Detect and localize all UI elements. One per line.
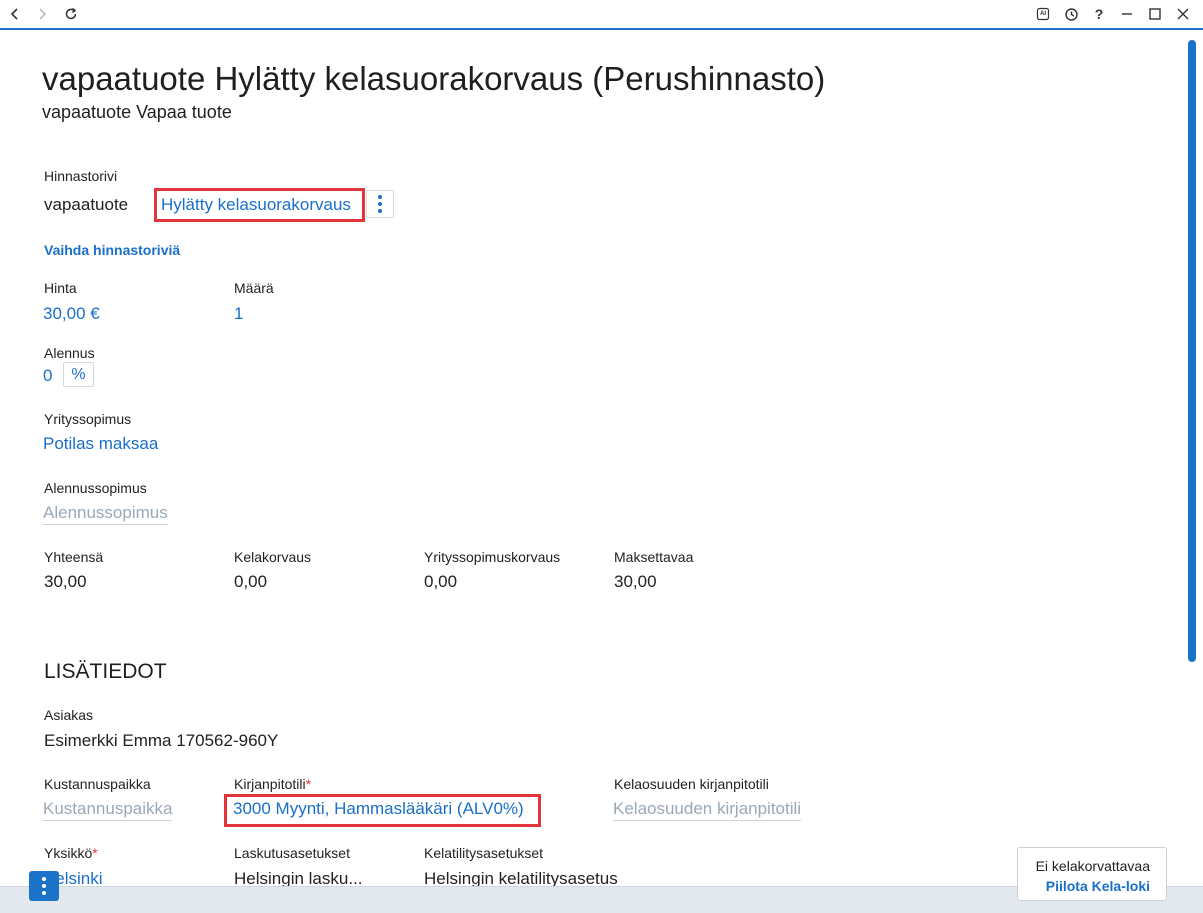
refresh-icon[interactable] <box>57 0 85 28</box>
company-contract-label: Yrityssopimus <box>44 411 132 427</box>
maximize-icon[interactable] <box>1141 0 1169 28</box>
price-label: Hinta <box>44 280 77 296</box>
company-contract-value[interactable]: Potilas maksaa <box>43 434 158 454</box>
account-label: Kirjanpitotili* <box>234 776 312 792</box>
price-row-product: vapaatuote <box>44 195 129 214</box>
company-compensation-value: 0,00 <box>424 572 458 591</box>
cost-center-field[interactable]: Kustannuspaikka <box>43 799 173 821</box>
kela-log-panel: Ei kelakorvattavaa Piilota Kela-loki <box>1017 847 1167 901</box>
customer-label: Asiakas <box>44 707 94 723</box>
window-titlebar: AI ? <box>0 0 1203 30</box>
kela-compensation-value: 0,00 <box>234 572 268 591</box>
unit-label: Yksikkö* <box>44 845 98 861</box>
price-value[interactable]: 30,00 € <box>43 304 100 324</box>
payable-value: 30,00 <box>614 572 657 591</box>
payable-label: Maksettavaa <box>614 549 694 565</box>
cost-center-label: Kustannuspaikka <box>44 776 151 792</box>
ai-icon[interactable]: AI <box>1029 0 1057 28</box>
customer-value: Esimerkki Emma 170562-960Y <box>44 731 279 750</box>
required-marker: * <box>92 845 98 861</box>
company-compensation-label: Yrityssopimuskorvaus <box>424 549 561 565</box>
close-icon[interactable] <box>1169 0 1197 28</box>
more-vertical-icon <box>42 877 46 895</box>
minimize-icon[interactable] <box>1113 0 1141 28</box>
history-icon[interactable] <box>1057 0 1085 28</box>
total-label: Yhteensä <box>44 549 104 565</box>
quantity-label: Määrä <box>234 280 274 296</box>
kela-settings-label: Kelatilitysasetukset <box>424 845 544 861</box>
main-content: vapaatuote Hylätty kelasuorakorvaus (Per… <box>0 32 1186 886</box>
kela-account-field[interactable]: Kelaosuuden kirjanpitotili <box>613 799 802 821</box>
discount-unit-toggle[interactable]: % <box>63 362 94 387</box>
billing-settings-label: Laskutusasetukset <box>234 845 350 861</box>
price-row-menu-button[interactable] <box>366 190 394 218</box>
back-icon[interactable] <box>1 0 29 28</box>
total-value: 30,00 <box>44 572 87 591</box>
quantity-value[interactable]: 1 <box>234 304 243 324</box>
discount-label: Alennus <box>44 345 95 361</box>
kela-account-label: Kelaosuuden kirjanpitotili <box>614 776 769 792</box>
change-price-row-link[interactable]: Vaihda hinnastoriviä <box>44 242 180 258</box>
more-vertical-icon <box>378 195 382 213</box>
price-row-link[interactable]: Hylätty kelasuorakorvaus <box>161 195 351 215</box>
additional-info-heading: LISÄTIEDOT <box>44 660 167 683</box>
kela-compensation-label: Kelakorvaus <box>234 549 312 565</box>
kela-settings-value[interactable]: Helsingin kelatilitysasetus <box>424 869 618 886</box>
help-icon[interactable]: ? <box>1085 0 1113 28</box>
discount-contract-label: Alennussopimus <box>44 480 147 496</box>
billing-settings-value[interactable]: Helsingin lasku... <box>234 869 363 886</box>
kela-status-text: Ei kelakorvattavaa <box>1035 858 1150 874</box>
forward-icon[interactable] <box>28 0 56 28</box>
scrollbar-thumb[interactable] <box>1188 40 1196 662</box>
discount-contract-field[interactable]: Alennussopimus <box>43 503 168 525</box>
account-value[interactable]: 3000 Myynti, Hammaslääkäri (ALV0%) <box>233 799 524 819</box>
price-row-label: Hinnastorivi <box>44 168 118 184</box>
required-marker: * <box>305 776 312 792</box>
hide-kela-log-link[interactable]: Piilota Kela-loki <box>1046 878 1150 894</box>
page-subtitle: vapaatuote Vapaa tuote <box>42 102 232 122</box>
actions-menu-button[interactable] <box>29 871 59 901</box>
discount-value[interactable]: 0 <box>43 366 52 386</box>
page-title: vapaatuote Hylätty kelasuorakorvaus (Per… <box>42 60 826 97</box>
